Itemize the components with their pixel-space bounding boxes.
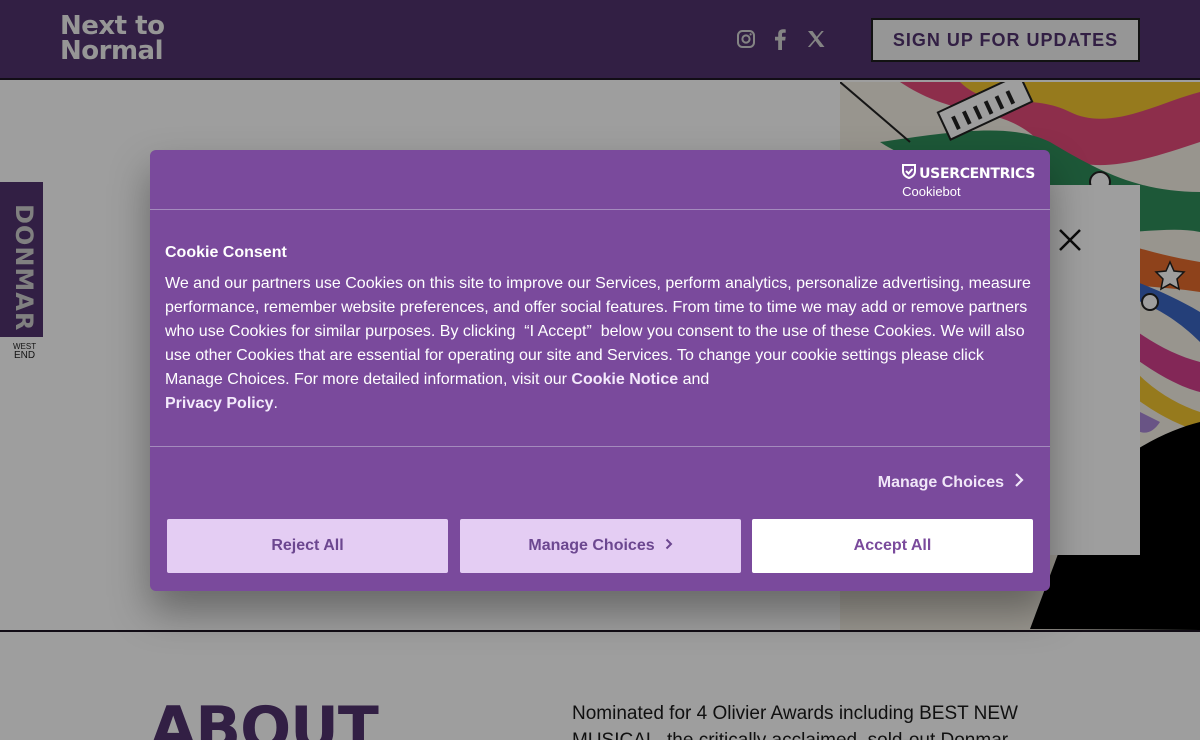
chevron-right-icon [1014, 472, 1024, 493]
chevron-right-icon [665, 537, 673, 555]
period-text: . [273, 395, 278, 412]
usercentrics-logo: USERCENTRICS Cookiebot [902, 164, 1035, 199]
dialog-header: USERCENTRICS Cookiebot [150, 150, 1050, 210]
and-text: and [682, 371, 710, 388]
privacy-policy-link[interactable]: Privacy Policy [165, 395, 274, 412]
accept-all-button[interactable]: Accept All [752, 519, 1033, 573]
manage-choices-button-label: Manage Choices [528, 537, 655, 554]
brand-product: Cookiebot [902, 184, 961, 199]
manage-choices-link[interactable]: Manage Choices [878, 472, 1024, 493]
cookie-consent-dialog: USERCENTRICS Cookiebot Cookie Consent We… [150, 150, 1050, 591]
cookie-notice-link[interactable]: Cookie Notice [571, 371, 678, 388]
manage-choices-button[interactable]: Manage Choices [460, 519, 741, 573]
dialog-body: Cookie Consent We and our partners use C… [150, 210, 1050, 447]
dialog-text: We and our partners use Cookies on this … [165, 272, 1035, 416]
dialog-title: Cookie Consent [165, 244, 287, 261]
shield-icon [902, 164, 917, 183]
manage-choices-label: Manage Choices [877, 473, 1004, 491]
reject-all-button[interactable]: Reject All [167, 519, 448, 573]
brand-name: USERCENTRICS [919, 165, 1035, 182]
